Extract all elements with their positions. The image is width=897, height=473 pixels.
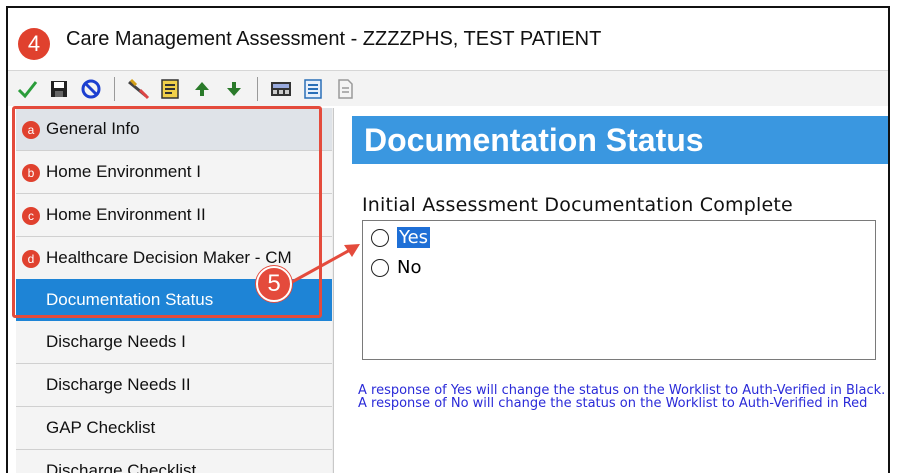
sidebar-item-home-environment-1[interactable]: b Home Environment I	[16, 151, 332, 193]
cancel-icon[interactable]	[78, 76, 104, 102]
sidebar-item-label: Discharge Needs II	[46, 375, 191, 394]
section-badge: c	[22, 207, 40, 225]
toolbar	[8, 70, 888, 106]
sidebar-item-discharge-needs-1[interactable]: Discharge Needs I	[16, 321, 332, 363]
radio-label: No	[397, 257, 422, 278]
sidebar-item-label: Home Environment II	[46, 205, 206, 224]
sidebar-item-label: Healthcare Decision Maker - CM	[46, 248, 292, 267]
form-icon[interactable]	[157, 76, 183, 102]
sidebar-item-discharge-needs-2[interactable]: Discharge Needs II	[16, 364, 332, 406]
arrow-down-icon[interactable]	[221, 76, 247, 102]
edit-tools-icon[interactable]	[125, 76, 151, 102]
sidebar-item-label: GAP Checklist	[46, 418, 156, 437]
arrow-up-icon[interactable]	[189, 76, 215, 102]
sidebar-item-home-environment-2[interactable]: c Home Environment II	[16, 194, 332, 236]
sidebar-item-discharge-checklist[interactable]: Discharge Checklist	[16, 450, 332, 473]
sidebar-item-label: Home Environment I	[46, 162, 201, 181]
section-header: Documentation Status	[352, 116, 888, 164]
checkmark-icon[interactable]	[14, 76, 40, 102]
toolbar-separator	[114, 76, 115, 101]
question-label: Initial Assessment Documentation Complet…	[362, 194, 793, 216]
radio-group: Yes No	[362, 220, 876, 360]
sidebar-item-label: Discharge Checklist	[46, 461, 197, 473]
calculator-icon[interactable]	[268, 76, 294, 102]
radio-button[interactable]	[371, 258, 389, 277]
help-text: A response of Yes will change the status…	[358, 383, 886, 411]
sidebar-item-label: General Info	[46, 119, 140, 138]
radio-button[interactable]	[371, 228, 389, 247]
save-icon[interactable]	[46, 76, 72, 102]
sidebar-item-label: Discharge Needs I	[46, 332, 186, 351]
sidebar-item-gap-checklist[interactable]: GAP Checklist	[16, 407, 332, 449]
radio-label: Yes	[397, 227, 431, 248]
title-bar: 4 Care Management Assessment - ZZZZPHS, …	[8, 8, 888, 68]
section-badge: a	[22, 121, 40, 139]
section-badge: b	[22, 164, 40, 182]
sidebar-item-label: Documentation Status	[46, 290, 214, 309]
callout-badge: 5	[256, 266, 292, 302]
sidebar-item-general-info[interactable]: a General Info	[16, 108, 332, 150]
toolbar-separator	[257, 76, 258, 101]
step-badge: 4	[18, 28, 50, 60]
window-title: Care Management Assessment - ZZZZPHS, TE…	[66, 28, 602, 50]
main-content: Documentation Status Initial Assessment …	[338, 108, 888, 473]
radio-option-yes[interactable]: Yes	[371, 227, 431, 248]
section-badge: d	[22, 250, 40, 268]
document-icon[interactable]	[332, 76, 358, 102]
app-window: 4 Care Management Assessment - ZZZZPHS, …	[6, 6, 890, 473]
list-icon[interactable]	[300, 76, 326, 102]
radio-option-no[interactable]: No	[371, 257, 421, 278]
